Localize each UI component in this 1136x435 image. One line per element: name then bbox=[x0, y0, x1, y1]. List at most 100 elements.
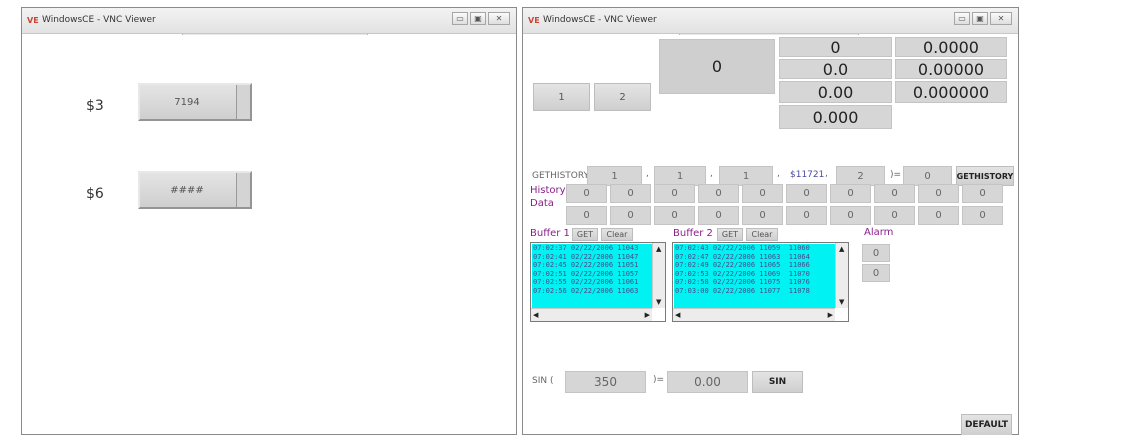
gethistory-arg-2[interactable]: 1 bbox=[654, 166, 706, 186]
sin-label: SIN ( bbox=[532, 376, 554, 386]
button-1[interactable]: 1 bbox=[533, 83, 590, 111]
default-button[interactable]: DEFAULT bbox=[961, 414, 1012, 435]
history-cell: 0 bbox=[962, 206, 1003, 225]
list-item[interactable]: 07:02:41 02/22/2006 11047 bbox=[532, 253, 652, 262]
value-1dp: 0.0 bbox=[779, 59, 892, 79]
button-2[interactable]: 2 bbox=[594, 83, 651, 111]
buffer-1-label: Buffer 1 bbox=[530, 228, 570, 239]
gethistory-result: 0 bbox=[903, 166, 952, 186]
var-label-6: $6 bbox=[86, 186, 104, 202]
list-item[interactable]: 07:02:55 02/22/2006 11061 bbox=[532, 278, 652, 287]
left-vnc-window: VE WindowsCE - VNC Viewer ▭ ▣ ✕ $3 7194 … bbox=[21, 7, 517, 435]
list-item[interactable]: 07:02:45 02/22/2006 11051 bbox=[532, 261, 652, 270]
history-cell: 0 bbox=[742, 206, 783, 225]
buffer-1-listbox[interactable]: 07:02:37 02/22/2006 11043 07:02:41 02/22/… bbox=[530, 242, 666, 322]
alarm-value-1: 0 bbox=[862, 244, 890, 262]
gethistory-equals: )= bbox=[890, 170, 902, 180]
arg-separator: , bbox=[825, 169, 828, 179]
buffer-2-hscroll[interactable]: ◀ ▶ bbox=[673, 308, 835, 321]
scroll-up-icon[interactable]: ▲ bbox=[656, 245, 661, 253]
sin-button[interactable]: SIN bbox=[752, 371, 803, 393]
buffer-1-get-button[interactable]: GET bbox=[572, 228, 598, 241]
left-window-title: WindowsCE - VNC Viewer bbox=[42, 15, 156, 25]
history-cell: 0 bbox=[654, 184, 695, 203]
history-cell: 0 bbox=[786, 184, 827, 203]
sin-input[interactable]: 350 bbox=[565, 371, 646, 393]
history-cell: 0 bbox=[830, 206, 871, 225]
alarm-value-2: 0 bbox=[862, 264, 890, 282]
history-cell: 0 bbox=[566, 184, 607, 203]
gethistory-button[interactable]: GETHISTORY bbox=[956, 166, 1014, 186]
history-cell: 0 bbox=[918, 184, 959, 203]
buffer-1-lines: 07:02:37 02/22/2006 11043 07:02:41 02/22/… bbox=[532, 244, 652, 308]
sin-result: 0.00 bbox=[667, 371, 748, 393]
gethistory-arg-1[interactable]: 1 bbox=[587, 166, 642, 186]
buffer-2-listbox[interactable]: 07:02:43 02/22/2006 11059 11060 07:02:47 … bbox=[672, 242, 849, 322]
value-6: #### bbox=[170, 184, 204, 196]
buffer-2-label: Buffer 2 bbox=[673, 228, 713, 239]
scroll-up-icon[interactable]: ▲ bbox=[839, 245, 844, 253]
left-client-area: $3 7194 $6 #### bbox=[22, 35, 516, 434]
arg-separator: , bbox=[646, 169, 649, 179]
list-item[interactable]: 07:02:56 02/22/2006 11063 bbox=[532, 287, 652, 296]
value-3dp: 0.000 bbox=[779, 105, 892, 129]
scroll-right-icon[interactable]: ▶ bbox=[645, 311, 650, 319]
history-cell: 0 bbox=[654, 206, 695, 225]
gethistory-label: GETHISTORY( bbox=[532, 171, 593, 181]
list-item[interactable]: 07:02:49 02/22/2006 11065 11066 bbox=[674, 261, 835, 270]
list-item[interactable]: 07:02:43 02/22/2006 11059 11060 bbox=[674, 244, 835, 253]
vnc-app-icon: VE bbox=[528, 16, 540, 25]
minimize-button[interactable]: ▭ bbox=[954, 12, 970, 25]
history-cell: 0 bbox=[874, 184, 915, 203]
scroll-right-icon[interactable]: ▶ bbox=[828, 311, 833, 319]
vnc-app-icon: VE bbox=[27, 16, 39, 25]
scroll-left-icon[interactable]: ◀ bbox=[533, 311, 538, 319]
maximize-button[interactable]: ▣ bbox=[972, 12, 988, 25]
list-item[interactable]: 07:02:37 02/22/2006 11043 bbox=[532, 244, 652, 253]
buffer-1-hscroll[interactable]: ◀ ▶ bbox=[531, 308, 652, 321]
list-item[interactable]: 07:03:00 02/22/2006 11077 11078 bbox=[674, 287, 835, 296]
arg-separator: , bbox=[777, 169, 780, 179]
value-6dp: 0.000000 bbox=[895, 81, 1007, 103]
gethistory-arg-4[interactable]: 2 bbox=[836, 166, 885, 186]
list-item[interactable]: 07:02:53 02/22/2006 11069 11070 bbox=[674, 270, 835, 279]
gethistory-arg-3[interactable]: 1 bbox=[719, 166, 773, 186]
history-cell: 0 bbox=[786, 206, 827, 225]
value-button-3[interactable]: 7194 bbox=[138, 83, 252, 121]
buffer-2-clear-button[interactable]: Clear bbox=[746, 228, 778, 241]
buffer-1-vscroll[interactable]: ▲ ▼ bbox=[652, 243, 665, 308]
history-cell: 0 bbox=[918, 206, 959, 225]
list-item[interactable]: 07:02:58 02/22/2006 11075 11076 bbox=[674, 278, 835, 287]
close-button[interactable]: ✕ bbox=[488, 12, 510, 25]
value-3: 7194 bbox=[174, 96, 200, 108]
buffer-1-clear-button[interactable]: Clear bbox=[601, 228, 633, 241]
list-item[interactable]: 07:02:47 02/22/2006 11063 11064 bbox=[674, 253, 835, 262]
buffer-2-vscroll[interactable]: ▲ ▼ bbox=[835, 243, 848, 308]
history-cell: 0 bbox=[830, 184, 871, 203]
big-value-display: 0 bbox=[659, 39, 775, 94]
history-cell: 0 bbox=[566, 206, 607, 225]
history-cell: 0 bbox=[610, 206, 651, 225]
scroll-down-icon[interactable]: ▼ bbox=[656, 298, 661, 306]
scroll-left-icon[interactable]: ◀ bbox=[675, 311, 680, 319]
minimize-button[interactable]: ▭ bbox=[452, 12, 468, 25]
var-label-3: $3 bbox=[86, 98, 104, 114]
history-cell: 0 bbox=[610, 184, 651, 203]
right-window-title: WindowsCE - VNC Viewer bbox=[543, 15, 657, 25]
value-int: 0 bbox=[779, 37, 892, 57]
close-button[interactable]: ✕ bbox=[990, 12, 1012, 25]
gethistory-var: $11721 bbox=[790, 170, 825, 180]
scroll-down-icon[interactable]: ▼ bbox=[839, 298, 844, 306]
value-3-side bbox=[236, 85, 250, 119]
maximize-button[interactable]: ▣ bbox=[470, 12, 486, 25]
list-item[interactable]: 07:02:51 02/22/2006 11057 bbox=[532, 270, 652, 279]
arg-separator: , bbox=[710, 169, 713, 179]
history-cell: 0 bbox=[742, 184, 783, 203]
buffer-2-get-button[interactable]: GET bbox=[717, 228, 743, 241]
history-cell: 0 bbox=[962, 184, 1003, 203]
value-5dp: 0.00000 bbox=[895, 59, 1007, 79]
value-button-6[interactable]: #### bbox=[138, 171, 252, 209]
value-2dp: 0.00 bbox=[779, 81, 892, 103]
right-client-area: 1 2 0 0 0.0 0.00 0.000 0.0000 0.00000 0.… bbox=[523, 35, 1018, 435]
value-4dp: 0.0000 bbox=[895, 37, 1007, 57]
